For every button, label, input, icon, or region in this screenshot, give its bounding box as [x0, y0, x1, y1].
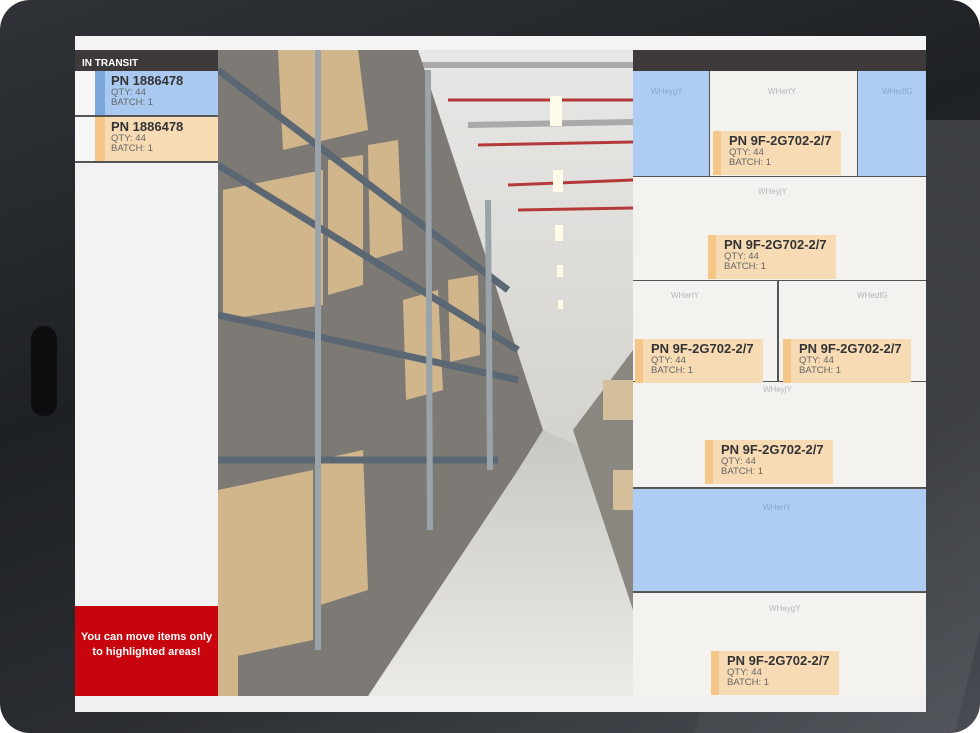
transit-item[interactable]: PN 1886478 QTY: 44 BATCH: 1: [75, 117, 218, 163]
item-batch: BATCH: 1: [799, 365, 842, 376]
zone-divider: [857, 71, 858, 176]
transit-item[interactable]: PN 1886478 QTY: 44 BATCH: 1: [75, 71, 218, 117]
item-pn: PN 1886478: [111, 119, 184, 134]
zone-divider: [633, 176, 926, 177]
zone-divider: [777, 281, 779, 381]
top-strip: [75, 36, 926, 50]
item-batch: BATCH: 1: [111, 143, 154, 154]
item-color-bar: [95, 117, 105, 161]
zone-label: WHeygY: [769, 604, 801, 613]
zone-divider: [633, 280, 926, 281]
zone-cell[interactable]: WHertY: [633, 489, 926, 591]
zone-divider: [633, 591, 926, 593]
stock-item-card[interactable]: PN 9F-2G702-2/7 QTY: 44 BATCH: 1: [783, 339, 911, 383]
zone-label: WHertY: [763, 503, 791, 512]
zone-cell[interactable]: WHedfG: [858, 71, 926, 176]
stock-item-card[interactable]: PN 9F-2G702-2/7 QTY: 44 BATCH: 1: [635, 339, 763, 383]
stock-item-card[interactable]: PN 9F-2G702-2/7 QTY: 44 BATCH: 1: [713, 131, 841, 175]
home-button[interactable]: [31, 326, 57, 416]
item-batch: BATCH: 1: [724, 261, 767, 272]
item-pn: PN 9F-2G702-2/7: [729, 133, 832, 148]
item-pn: PN 9F-2G702-2/7: [721, 442, 824, 457]
item-batch: BATCH: 1: [721, 466, 764, 477]
zone-label: WHeyjY: [758, 187, 787, 196]
zone-label: WHeyjY: [763, 385, 792, 394]
bottom-strip: [75, 696, 926, 712]
item-card[interactable]: PN 1886478 QTY: 44 BATCH: 1: [105, 71, 218, 115]
warehouse-aisle-image: [218, 50, 633, 696]
stock-item-card[interactable]: PN 9F-2G702-2/7 QTY: 44 BATCH: 1: [708, 235, 836, 279]
stock-item-card[interactable]: PN 9F-2G702-2/7 QTY: 44 BATCH: 1: [705, 440, 833, 484]
item-batch: BATCH: 1: [727, 677, 770, 688]
stock-item-card[interactable]: PN 9F-2G702-2/7 QTY: 44 BATCH: 1: [711, 651, 839, 695]
item-pn: PN 1886478: [111, 73, 184, 88]
item-batch: BATCH: 1: [729, 157, 772, 168]
zone-label: WHertY: [768, 87, 796, 96]
item-color-bar: [95, 71, 105, 115]
item-pn: PN 9F-2G702-2/7: [651, 341, 754, 356]
item-card[interactable]: PN 1886478 QTY: 44 BATCH: 1: [105, 117, 218, 161]
item-pn: PN 9F-2G702-2/7: [799, 341, 902, 356]
zone-label: WHedfG: [882, 87, 913, 96]
item-pn: PN 9F-2G702-2/7: [724, 237, 827, 252]
warehouse-photo: [218, 50, 633, 696]
item-batch: BATCH: 1: [111, 97, 154, 108]
zone-label: WHertY: [671, 291, 699, 300]
app-screen: IN TRANSIT PN 1886478 QTY: 44 BATCH: 1 P…: [75, 36, 926, 712]
in-transit-panel: IN TRANSIT PN 1886478 QTY: 44 BATCH: 1 P…: [75, 50, 218, 696]
move-warning-banner: You can move items only to highlighted a…: [75, 606, 218, 696]
storage-zones-panel: WHeygY WHertY WHedfG WHeyjY WHertY WHedf…: [633, 50, 926, 696]
zone-cell[interactable]: WHeygY: [633, 71, 709, 176]
zones-header: [633, 50, 926, 71]
tablet-frame: IN TRANSIT PN 1886478 QTY: 44 BATCH: 1 P…: [0, 0, 980, 733]
zone-label: WHedfG: [857, 291, 888, 300]
item-pn: PN 9F-2G702-2/7: [727, 653, 830, 668]
item-batch: BATCH: 1: [651, 365, 694, 376]
zone-divider: [633, 487, 926, 489]
zone-label: WHeygY: [651, 87, 683, 96]
zone-divider: [709, 71, 710, 176]
in-transit-header: IN TRANSIT: [75, 50, 218, 71]
